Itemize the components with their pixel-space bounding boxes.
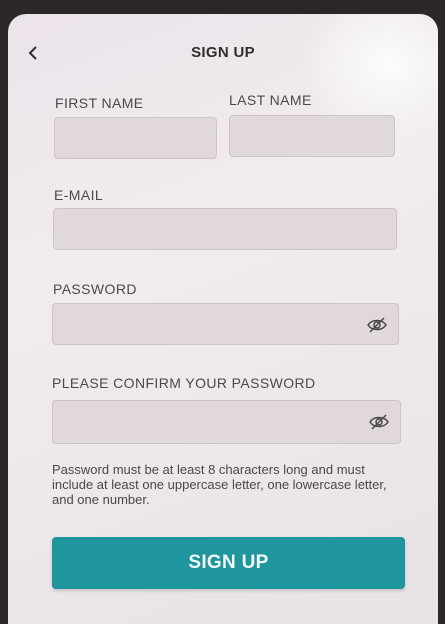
confirm-password-field[interactable] [52, 400, 401, 444]
eye-slash-icon[interactable] [368, 412, 390, 432]
last-name-field[interactable] [229, 115, 395, 157]
eye-slash-icon[interactable] [366, 315, 388, 335]
email-field[interactable] [53, 208, 397, 250]
first-name-label: FIRST NAME [55, 95, 144, 111]
email-input[interactable] [54, 209, 396, 249]
password-input[interactable] [53, 304, 398, 344]
last-name-input[interactable] [230, 116, 394, 156]
sign-up-button[interactable]: SIGN UP [52, 537, 405, 589]
page-title: SIGN UP [191, 44, 255, 61]
password-field[interactable] [52, 303, 399, 345]
password-label: PASSWORD [53, 281, 137, 297]
confirm-password-input[interactable] [53, 401, 400, 443]
last-name-label: LAST NAME [229, 92, 312, 108]
password-requirements-hint: Password must be at least 8 characters l… [52, 462, 387, 507]
confirm-password-label: PLEASE CONFIRM YOUR PASSWORD [52, 375, 316, 391]
signup-screen: SIGN UP FIRST NAME LAST NAME E-MAIL PASS… [8, 14, 438, 624]
first-name-input[interactable] [55, 118, 216, 158]
email-label: E-MAIL [54, 187, 104, 203]
first-name-field[interactable] [54, 117, 217, 159]
